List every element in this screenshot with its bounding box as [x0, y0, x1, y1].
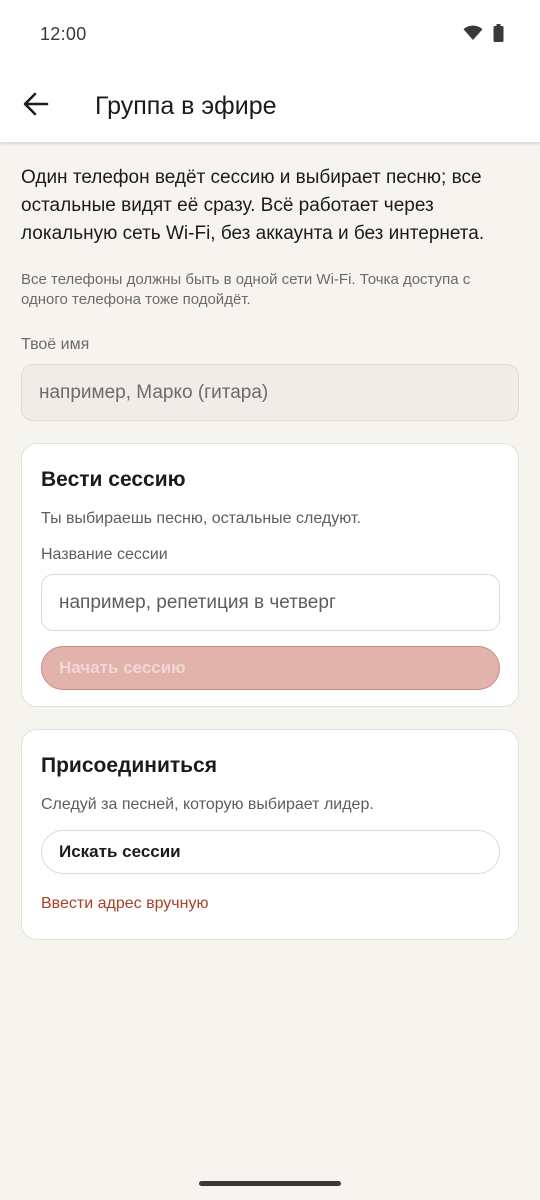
status-icons — [463, 24, 504, 47]
battery-icon — [493, 24, 504, 47]
intro-text: Один телефон ведёт сессию и выбирает пес… — [21, 167, 485, 244]
home-indicator[interactable] — [199, 1181, 341, 1186]
wifi-icon — [463, 25, 483, 46]
page-title: Группа в эфире — [95, 92, 277, 120]
back-button[interactable] — [16, 86, 56, 126]
status-time: 12:00 — [40, 24, 87, 44]
status-bar: 12:00 — [0, 0, 540, 70]
app-bar: Группа в эфире — [0, 70, 540, 142]
lead-card-subtitle: Ты выбираешь песню, остальные следуют. — [41, 510, 361, 527]
join-session-card: Присоединиться Следуй за песней, которую… — [21, 729, 519, 940]
session-name-input[interactable] — [41, 574, 500, 631]
session-name-label: Название сессии — [41, 546, 168, 563]
join-card-subtitle: Следуй за песней, которую выбирает лидер… — [41, 796, 374, 813]
arrow-left-icon — [23, 92, 49, 121]
lead-card-title: Вести сессию — [41, 468, 186, 491]
lead-session-card: Вести сессию Ты выбираешь песню, остальн… — [21, 443, 519, 707]
name-field-label: Твоё имя — [21, 336, 90, 353]
network-hint: Все телефоны должны быть в одной сети Wi… — [21, 271, 471, 308]
join-card-title: Присоединиться — [41, 754, 217, 777]
manual-address-link[interactable]: Ввести адрес вручную — [41, 895, 208, 913]
name-input[interactable] — [21, 364, 519, 421]
search-sessions-button[interactable]: Искать сессии — [41, 830, 500, 874]
start-session-button[interactable]: Начать сессию — [41, 646, 500, 690]
